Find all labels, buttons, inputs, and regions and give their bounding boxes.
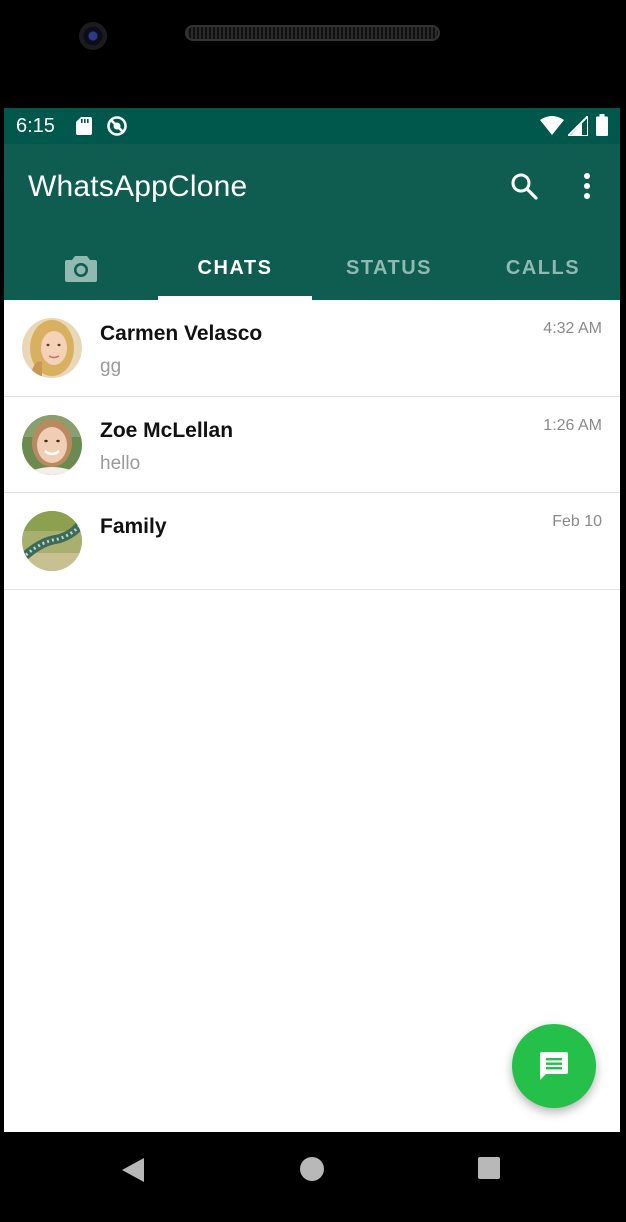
chat-time: 4:32 AM [543, 320, 602, 337]
search-button[interactable] [506, 168, 542, 204]
sd-card-icon [76, 117, 92, 135]
home-icon[interactable] [300, 1157, 324, 1181]
chat-row[interactable]: Zoe McLellan hello 1:26 AM [4, 397, 620, 493]
avatar [22, 511, 82, 571]
chat-last-message: gg [100, 356, 122, 377]
avatar-photo-smiling-woman [22, 414, 82, 475]
app-title: WhatsAppClone [28, 170, 248, 203]
chat-name: Zoe McLellan [100, 418, 234, 442]
chat-name: Carmen Velasco [100, 322, 263, 345]
wifi-icon [540, 116, 564, 135]
chat-last-message: hello [100, 452, 141, 474]
message-icon [540, 1052, 568, 1080]
back-icon[interactable] [120, 1156, 146, 1184]
front-camera [79, 22, 107, 50]
system-nav-bar [0, 1132, 626, 1222]
tab-calls[interactable]: CALLS [466, 236, 620, 300]
new-chat-fab[interactable] [512, 1024, 596, 1108]
app-bar: WhatsAppClone CHATS STATUS CALLS [4, 144, 620, 300]
chat-name: Family [100, 515, 167, 538]
tab-bar: CHATS STATUS CALLS [4, 236, 620, 300]
more-vert-icon [584, 173, 590, 199]
tab-status[interactable]: STATUS [312, 236, 466, 300]
avatar [22, 318, 82, 378]
battery-icon [596, 114, 608, 136]
chat-time: 1:26 AM [543, 416, 602, 434]
earpiece-speaker [185, 25, 440, 41]
sync-disabled-icon [107, 116, 127, 136]
status-bar: 6:15 [4, 108, 620, 144]
app-screen: 6:15 WhatsAppClone CHATS STATUS CALLS Ca… [4, 108, 620, 1132]
more-options-button[interactable] [572, 168, 602, 204]
signal-icon [568, 116, 588, 136]
search-icon [511, 173, 538, 200]
avatar-photo-blonde-woman [22, 318, 82, 378]
tab-camera[interactable] [4, 236, 158, 300]
chat-time: Feb 10 [552, 513, 602, 530]
chat-row[interactable]: Carmen Velasco gg 4:32 AM [4, 300, 620, 397]
chat-list: Carmen Velasco gg 4:32 AM Zoe McLellan h… [4, 300, 620, 590]
avatar-photo-caterpillar [22, 511, 82, 571]
tab-chats[interactable]: CHATS [158, 236, 312, 300]
recents-icon[interactable] [478, 1157, 500, 1179]
camera-icon [65, 256, 97, 282]
phone-bezel-top [0, 0, 626, 108]
status-time: 6:15 [16, 115, 55, 137]
chat-row[interactable]: Family Feb 10 [4, 493, 620, 590]
avatar [22, 414, 82, 475]
